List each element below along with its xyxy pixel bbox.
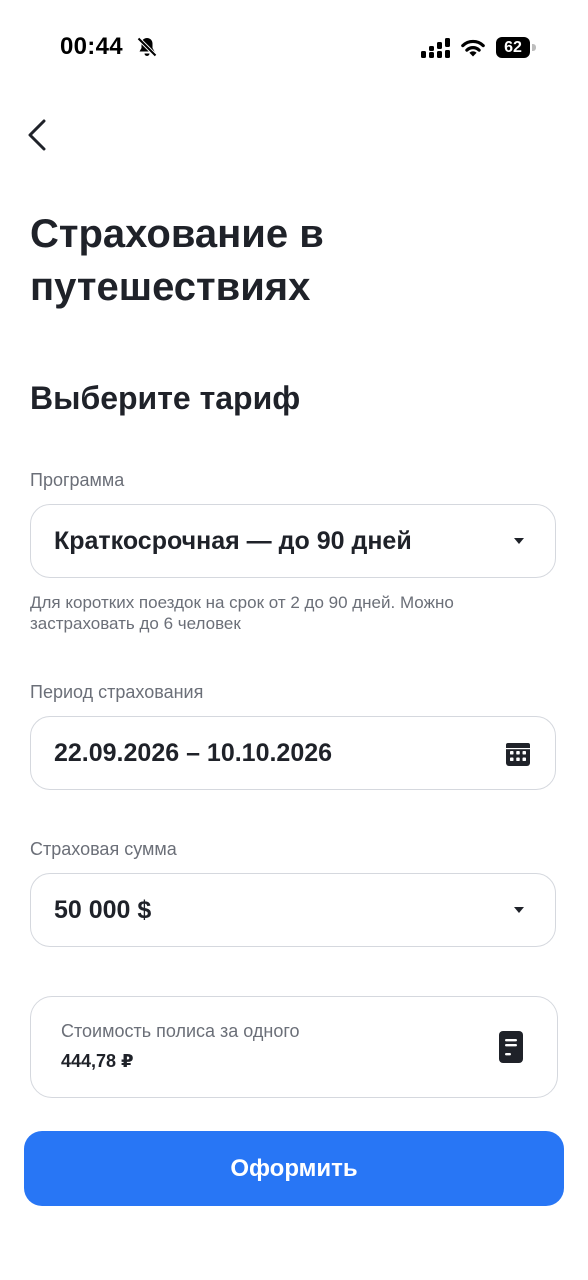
battery-cap <box>532 44 536 51</box>
bell-off-icon <box>137 37 157 57</box>
submit-button[interactable]: Оформить <box>24 1131 564 1206</box>
period-value: 22.09.2026 – 10.10.2026 <box>54 739 333 767</box>
status-bar: 00:44 62 <box>0 0 588 96</box>
chevron-left-icon <box>28 119 46 151</box>
program-select[interactable]: Краткосрочная — до 90 дней <box>30 504 556 578</box>
sum-select[interactable]: 50 000 $ <box>30 873 556 947</box>
receipt-icon <box>499 1031 523 1063</box>
section-title: Выберите тариф <box>30 380 301 416</box>
program-label: Программа <box>30 470 125 490</box>
wifi-icon <box>461 39 485 57</box>
program-value: Краткосрочная — до 90 дней <box>54 527 412 555</box>
sum-label: Страховая сумма <box>30 839 177 859</box>
caret-down-icon <box>514 907 524 913</box>
back-button[interactable] <box>20 112 60 158</box>
period-label: Период страхования <box>30 682 204 702</box>
sum-value: 50 000 $ <box>54 896 152 924</box>
policy-cost-label: Стоимость полиса за одного <box>61 1021 300 1041</box>
caret-down-icon <box>514 538 524 544</box>
policy-cost-card: Стоимость полиса за одного 444,78 ₽ <box>30 996 558 1098</box>
signal-icon <box>421 38 450 58</box>
page-title: Страхование в путешествиях <box>30 212 324 309</box>
calendar-icon[interactable] <box>505 741 531 767</box>
program-hint: Для коротких поездок на срок от 2 до 90 … <box>30 593 454 633</box>
status-time: 00:44 <box>60 33 123 60</box>
battery-level: 62 <box>496 37 530 58</box>
battery-indicator: 62 <box>496 37 536 58</box>
policy-cost-value: 444,78 ₽ <box>61 1051 134 1071</box>
period-field[interactable]: 22.09.2026 – 10.10.2026 <box>30 716 556 790</box>
